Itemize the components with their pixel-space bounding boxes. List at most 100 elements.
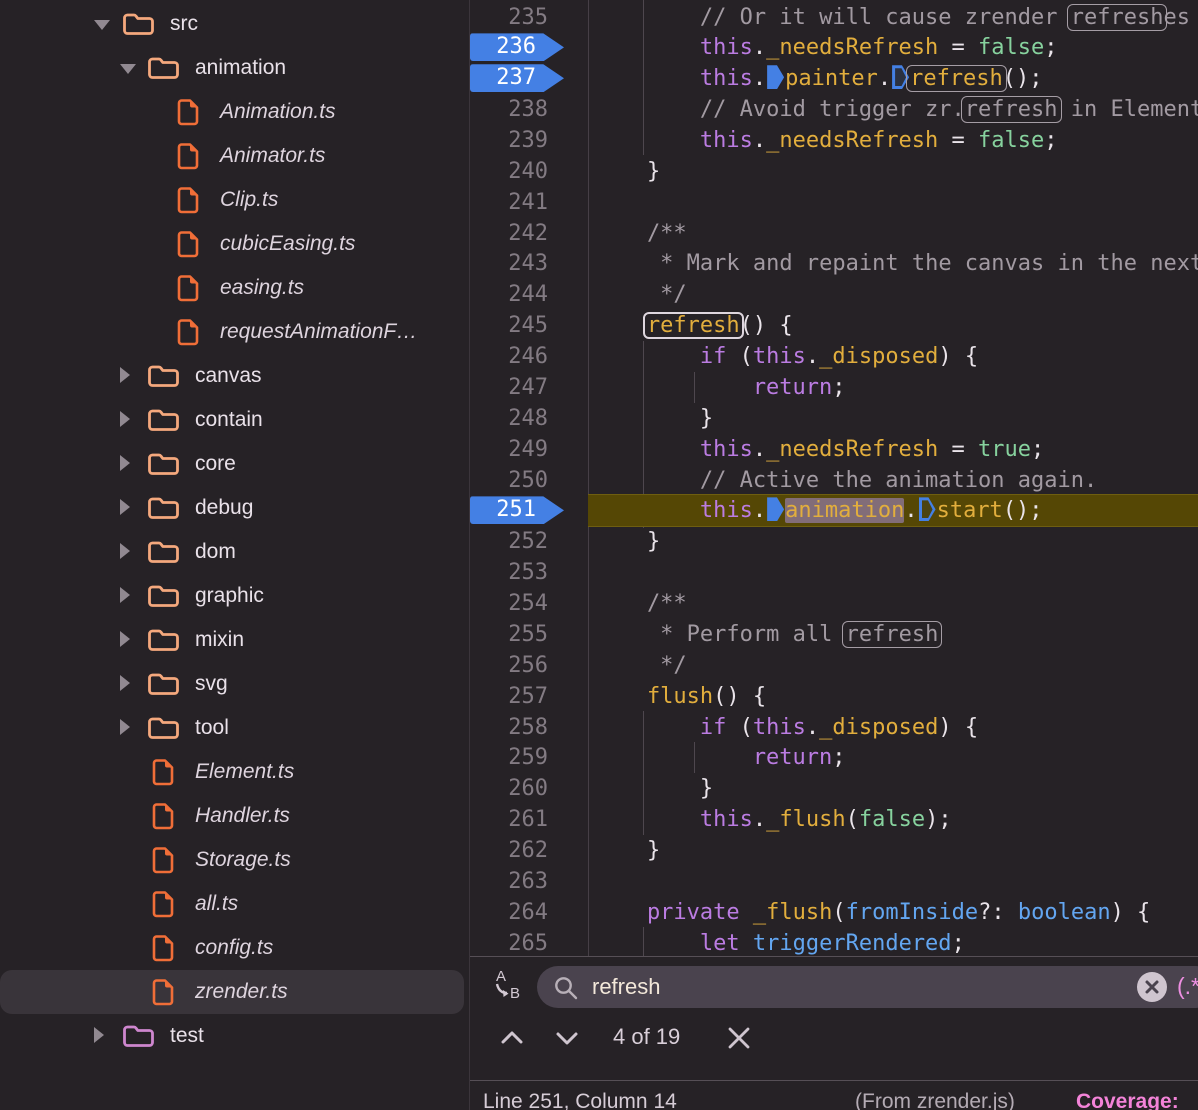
line-number[interactable]: 258 [470,712,548,743]
tree-folder-dom[interactable]: dom [0,530,464,574]
clear-search-button[interactable] [1137,972,1167,1002]
coverage-label[interactable]: Coverage: [1076,1090,1179,1110]
tree-file-all-ts[interactable]: all.ts [0,882,464,926]
code-line-content[interactable]: } [588,773,1198,804]
line-number[interactable]: 262 [470,835,548,866]
chevron-right-icon[interactable] [94,1027,104,1043]
chevron-right-icon[interactable] [120,631,130,647]
code-line-content[interactable]: flush() { [588,681,1198,712]
tree-file-requestanimationf-[interactable]: requestAnimationF… [0,310,464,354]
code-line-content[interactable]: refresh() { [588,310,1198,341]
line-number[interactable]: 241 [470,187,548,218]
chevron-right-icon[interactable] [120,499,130,515]
code-line-content[interactable]: this._needsRefresh = true; [588,434,1198,465]
code-line-content[interactable]: } [588,403,1198,434]
code-line-content[interactable]: this._flush(false); [588,804,1198,835]
tree-file-clip-ts[interactable]: Clip.ts [0,178,464,222]
code-line-content[interactable]: // Active the animation again. [588,465,1198,496]
tree-file-easing-ts[interactable]: easing.ts [0,266,464,310]
line-number[interactable]: 264 [470,897,548,928]
line-number[interactable]: 239 [470,125,548,156]
tree-folder-contain[interactable]: contain [0,398,464,442]
code-line-content[interactable]: this._needsRefresh = false; [588,125,1198,156]
line-number[interactable]: 252 [470,526,548,557]
code-line-content[interactable]: * Mark and repaint the canvas in the nex… [588,248,1198,279]
tree-file-handler-ts[interactable]: Handler.ts [0,794,464,838]
breakpoint-badge[interactable]: 237 [470,64,564,92]
chevron-right-icon[interactable] [120,367,130,383]
line-number[interactable]: 243 [470,248,548,279]
line-number[interactable]: 265 [470,928,548,956]
line-number[interactable]: 255 [470,619,548,650]
line-number[interactable]: 261 [470,804,548,835]
close-find-bar-button[interactable] [725,1025,755,1051]
code-line-content[interactable]: * Perform all refresh [588,619,1198,650]
inline-breakpoint-marker[interactable] [767,497,784,521]
tree-folder-svg[interactable]: svg [0,662,464,706]
tree-file-animator-ts[interactable]: Animator.ts [0,134,464,178]
chevron-right-icon[interactable] [120,587,130,603]
code-line-content[interactable]: this.painter.refresh(); [588,63,1198,94]
code-editor[interactable]: 235// Or it will cause zrender refreshes… [470,0,1198,956]
breakpoint-badge[interactable]: 251 [470,496,564,524]
line-number[interactable]: 244 [470,279,548,310]
tree-folder-animation[interactable]: animation [0,46,464,90]
line-number[interactable]: 253 [470,557,548,588]
chevron-down-icon[interactable] [120,64,136,74]
tree-file-element-ts[interactable]: Element.ts [0,750,464,794]
code-line-content[interactable]: } [588,526,1198,557]
next-match-button[interactable] [553,1025,583,1051]
code-line-content[interactable]: return; [588,372,1198,403]
tree-folder-canvas[interactable]: canvas [0,354,464,398]
code-line-content[interactable]: /** [588,588,1198,619]
regex-toggle-button[interactable]: (.* [1177,973,1198,1000]
code-line-content[interactable]: */ [588,650,1198,681]
code-line-content[interactable]: // Avoid trigger zr.refresh in Element [588,94,1198,125]
line-number[interactable]: 242 [470,218,548,249]
chevron-right-icon[interactable] [120,455,130,471]
code-line-content[interactable]: */ [588,279,1198,310]
breakpoint-badge[interactable]: 236 [470,33,564,61]
code-line-content[interactable]: let triggerRendered; [588,928,1198,956]
code-line-content[interactable]: /** [588,218,1198,249]
tree-file-storage-ts[interactable]: Storage.ts [0,838,464,882]
tree-file-animation-ts[interactable]: Animation.ts [0,90,464,134]
tree-file-zrender-ts[interactable]: zrender.ts [0,970,464,1014]
search-input[interactable]: refresh (.* [537,966,1198,1008]
line-number[interactable]: 240 [470,156,548,187]
code-line-content[interactable]: this.animation.start(); [588,495,1198,526]
tree-folder-debug[interactable]: debug [0,486,464,530]
tree-file-config-ts[interactable]: config.ts [0,926,464,970]
tree-file-cubiceasing-ts[interactable]: cubicEasing.ts [0,222,464,266]
inline-breakpoint-marker[interactable] [767,65,784,89]
line-number[interactable]: 245 [470,310,548,341]
line-number[interactable]: 256 [470,650,548,681]
code-line-content[interactable]: } [588,835,1198,866]
tree-folder-src[interactable]: src [0,2,464,46]
tree-folder-mixin[interactable]: mixin [0,618,464,662]
code-line-content[interactable]: private _flush(fromInside?: boolean) { [588,897,1198,928]
replace-toggle-button[interactable]: A B [486,965,526,1005]
chevron-right-icon[interactable] [120,411,130,427]
line-number[interactable]: 254 [470,588,548,619]
line-number[interactable]: 247 [470,372,548,403]
line-number[interactable]: 238 [470,94,548,125]
tree-folder-test[interactable]: test [0,1014,464,1058]
line-number[interactable]: 249 [470,434,548,465]
line-number[interactable]: 250 [470,465,548,496]
code-line-content[interactable]: if (this._disposed) { [588,712,1198,743]
code-line-content[interactable]: } [588,156,1198,187]
chevron-down-icon[interactable] [94,20,110,30]
line-number[interactable]: 248 [470,403,548,434]
line-number[interactable]: 246 [470,341,548,372]
code-line-content[interactable]: if (this._disposed) { [588,341,1198,372]
search-query-text[interactable]: refresh [592,974,660,1000]
chevron-right-icon[interactable] [120,675,130,691]
line-number[interactable]: 263 [470,866,548,897]
line-number[interactable]: 235 [470,2,548,33]
code-line-content[interactable]: return; [588,742,1198,773]
chevron-right-icon[interactable] [120,719,130,735]
line-number[interactable]: 259 [470,742,548,773]
tree-folder-tool[interactable]: tool [0,706,464,750]
tree-folder-graphic[interactable]: graphic [0,574,464,618]
